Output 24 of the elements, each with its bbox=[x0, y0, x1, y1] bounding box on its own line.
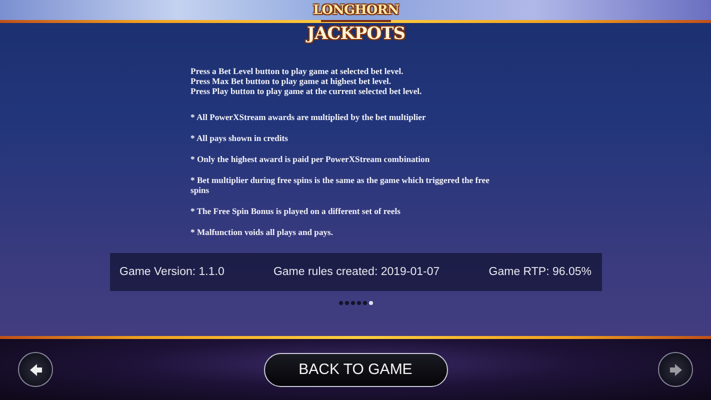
page-dot[interactable] bbox=[344, 301, 348, 305]
page-dot[interactable] bbox=[338, 301, 342, 305]
page-dot[interactable] bbox=[368, 301, 372, 305]
info-text: Game Version: 1.1.0 bbox=[120, 266, 224, 278]
page-dot[interactable] bbox=[356, 301, 360, 305]
page-dot[interactable] bbox=[350, 301, 354, 305]
rule-text: * Only the highest award is paid per PowerXStream combination bbox=[190, 154, 431, 164]
next-page-button[interactable] bbox=[658, 352, 693, 387]
instruction-text: Press a Bet Level button to play game at selected bet level. bbox=[190, 66, 404, 76]
rule-text: * Malfunction voids all plays and pays. bbox=[190, 227, 334, 237]
left-arrow-icon bbox=[28, 362, 42, 376]
rule-text: * The Free Spin Bonus is played on a different set of reels bbox=[190, 206, 402, 216]
rule-text: * All PowerXStream awards are multiplied by the bet multiplier bbox=[190, 112, 427, 122]
right-arrow-icon bbox=[668, 362, 682, 376]
previous-page-button[interactable] bbox=[18, 352, 53, 387]
back-to-game-button[interactable]: BACK TO GAME bbox=[264, 352, 448, 386]
info-text: Game RTP: 96.05% bbox=[488, 266, 592, 278]
rule-text: * Bet multiplier during free spins is the same as the game which triggered the free spins bbox=[190, 175, 490, 195]
page-dot[interactable] bbox=[362, 301, 366, 305]
game-logo: LONGHORN JACKPOTS bbox=[304, 2, 406, 46]
rule-text: * All pays shown in credits bbox=[190, 133, 289, 143]
instruction-text: Press Max Bet button to play game at highest bet level. bbox=[190, 76, 392, 86]
info-text: Game rules created: 2019-01-07 bbox=[273, 266, 440, 278]
instruction-text: Press Play button to play game at the current selected bet level. bbox=[190, 86, 423, 96]
